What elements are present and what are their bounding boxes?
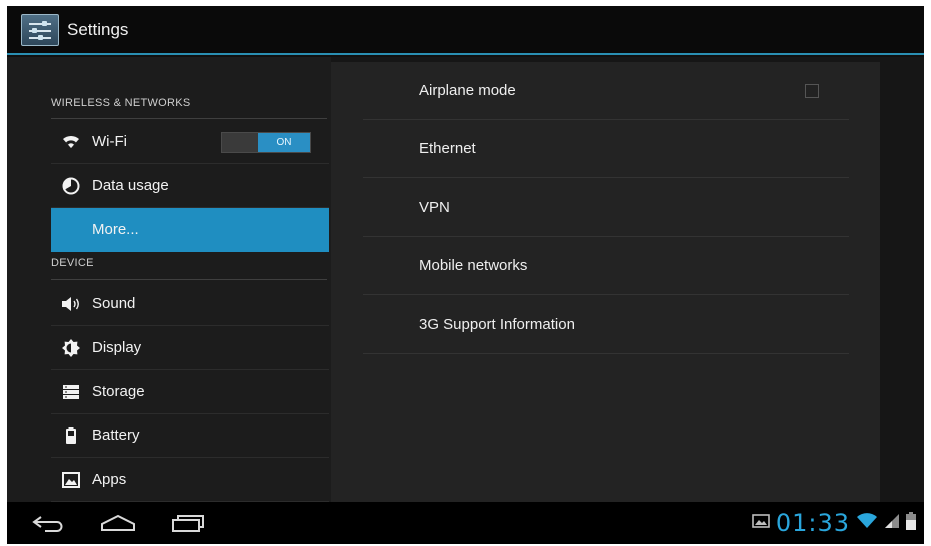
action-bar: Settings — [7, 6, 924, 55]
sidebar-item-more[interactable]: More... — [51, 208, 329, 252]
ethernet-row[interactable]: Ethernet — [363, 120, 849, 178]
sidebar-item-label: Data usage — [92, 177, 169, 194]
vpn-row[interactable]: VPN — [363, 179, 849, 237]
sidebar-item-label: Storage — [92, 383, 145, 400]
navigation-bar: 01:33 — [7, 502, 924, 544]
cell-signal-icon — [884, 513, 900, 534]
sidebar-item-storage[interactable]: Storage — [51, 370, 329, 414]
airplane-mode-row[interactable]: Airplane mode — [363, 62, 849, 120]
detail-item-label: 3G Support Information — [419, 316, 575, 333]
app-title: Settings — [67, 20, 129, 39]
section-header-wireless: WIRELESS & NETWORKS — [51, 97, 327, 119]
section-header-device: DEVICE — [51, 257, 327, 280]
wifi-icon — [61, 132, 81, 152]
settings-sidebar: WIRELESS & NETWORKS Wi-Fi ON Data usage … — [7, 57, 331, 502]
airplane-mode-checkbox[interactable] — [805, 84, 819, 98]
wifi-signal-icon — [856, 512, 878, 534]
sidebar-item-label: Apps — [92, 471, 127, 488]
sidebar-item-display[interactable]: Display — [51, 326, 329, 370]
battery-status-icon — [906, 511, 916, 535]
battery-icon — [61, 426, 81, 446]
sidebar-item-wifi[interactable]: Wi-Fi ON — [51, 120, 329, 164]
settings-sliders-icon[interactable] — [21, 14, 59, 46]
sidebar-item-apps[interactable]: Apps — [51, 458, 329, 502]
detail-item-label: Mobile networks — [419, 257, 528, 274]
gallery-notification-icon[interactable] — [752, 513, 770, 534]
toggle-on-label: ON — [258, 133, 310, 152]
sidebar-item-label: Wi-Fi — [92, 133, 127, 150]
back-icon[interactable] — [25, 508, 71, 538]
sidebar-item-label: Battery — [92, 427, 140, 444]
3g-support-row[interactable]: 3G Support Information — [363, 296, 849, 354]
sidebar-item-battery[interactable]: Battery — [51, 414, 329, 458]
detail-item-label: VPN — [419, 199, 450, 216]
mobile-networks-row[interactable]: Mobile networks — [363, 237, 849, 295]
storage-icon — [61, 382, 81, 402]
status-area: 01:33 — [752, 508, 916, 538]
screen: Settings WIRELESS & NETWORKS Wi-Fi ON Da… — [7, 6, 924, 544]
detail-item-label: Airplane mode — [419, 82, 516, 99]
apps-icon — [61, 470, 81, 490]
sidebar-item-data-usage[interactable]: Data usage — [51, 164, 329, 208]
detail-panel: Airplane mode Ethernet VPN Mobile networ… — [331, 62, 880, 502]
home-icon[interactable] — [95, 508, 141, 538]
wifi-toggle[interactable]: ON — [221, 132, 311, 153]
sidebar-item-sound[interactable]: Sound — [51, 282, 329, 326]
sidebar-item-label: More... — [92, 221, 139, 238]
data-usage-icon — [61, 176, 81, 196]
recent-apps-icon[interactable] — [165, 508, 211, 538]
settings-content: WIRELESS & NETWORKS Wi-Fi ON Data usage … — [7, 57, 924, 502]
status-clock: 01:33 — [775, 509, 850, 537]
detail-item-label: Ethernet — [419, 140, 476, 157]
speaker-icon — [61, 294, 81, 314]
sidebar-item-label: Display — [92, 339, 142, 356]
brightness-icon — [61, 338, 81, 358]
sidebar-item-label: Sound — [92, 295, 136, 312]
